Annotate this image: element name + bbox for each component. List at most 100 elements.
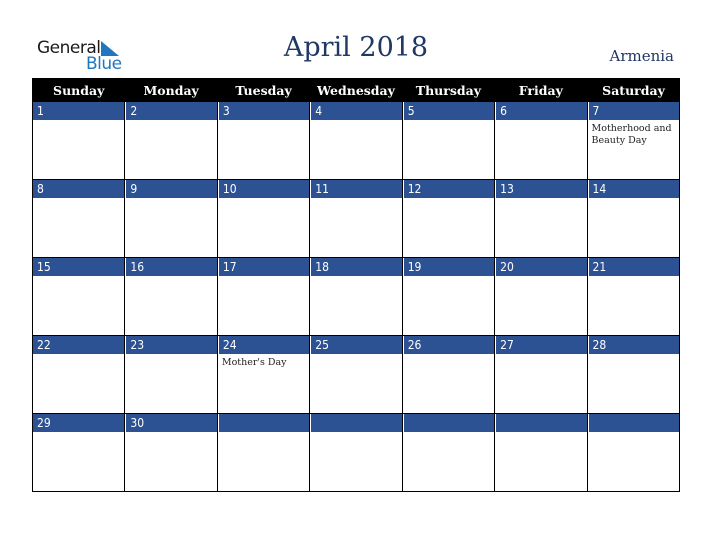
week-row: 29 30 [31, 413, 681, 492]
holiday-label [403, 198, 494, 201]
day-cell: 3 [216, 102, 311, 180]
weekday-header-row: Sunday Monday Tuesday Wednesday Thursday Frid… [31, 78, 680, 102]
day-number: 28 [587, 336, 679, 354]
day-number: 27 [495, 336, 587, 354]
day-number: 29 [33, 414, 125, 432]
day-number: 7 [587, 102, 679, 120]
day-cell: 14 [586, 179, 681, 258]
day-number: 15 [33, 258, 125, 276]
day-number [587, 414, 679, 432]
day-number [310, 414, 402, 432]
weekday-header-monday: Monday [124, 78, 218, 102]
day-cell: 17 [216, 257, 311, 336]
day-number [217, 414, 310, 432]
holiday-label [403, 276, 494, 279]
holiday-label [33, 432, 124, 435]
day-cell: 24 Mother's Day [216, 335, 311, 414]
day-number: 14 [587, 180, 679, 198]
day-cell: 25 [309, 335, 403, 414]
day-number: 17 [217, 258, 310, 276]
holiday-label [310, 198, 401, 201]
day-cell: 22 [31, 335, 126, 414]
weekday-header-sunday: Sunday [31, 78, 125, 102]
holiday-label [218, 432, 309, 435]
day-cell: 9 [124, 179, 218, 258]
weekday-header-thursday: Thursday [401, 78, 495, 102]
holiday-label [125, 120, 216, 123]
day-cell: 7 Motherhood and Beauty Day [586, 102, 681, 180]
day-number: 10 [217, 180, 310, 198]
day-cell: 2 [124, 102, 218, 180]
day-cell [586, 413, 681, 492]
holiday-label [495, 354, 586, 357]
holiday-label [495, 198, 586, 201]
day-cell [309, 413, 403, 492]
holiday-label [588, 354, 679, 357]
day-cell: 21 [586, 257, 681, 336]
day-cell [401, 413, 496, 492]
holiday-label [403, 354, 494, 357]
day-number: 18 [310, 258, 402, 276]
day-number: 22 [33, 336, 125, 354]
holiday-label [125, 276, 216, 279]
day-number: 12 [402, 180, 495, 198]
day-number: 1 [33, 102, 125, 120]
holiday-label [218, 120, 309, 123]
holiday-label: Mother's Day [221, 357, 287, 368]
day-number: 30 [125, 414, 217, 432]
day-number: 9 [125, 180, 217, 198]
day-cell: 11 [309, 179, 403, 258]
day-cell: 29 [31, 413, 126, 492]
day-cell [494, 413, 588, 492]
day-number: 4 [310, 102, 402, 120]
day-cell: 18 [309, 257, 403, 336]
day-cell: 26 [401, 335, 496, 414]
day-number: 25 [310, 336, 402, 354]
weekday-header-wednesday: Wednesday [309, 78, 403, 102]
day-cell: 13 [494, 179, 588, 258]
day-number [495, 414, 587, 432]
holiday-label [403, 432, 494, 435]
day-number: 6 [495, 102, 587, 120]
holiday-label [33, 276, 124, 279]
day-number: 26 [402, 336, 495, 354]
day-number [402, 414, 495, 432]
holiday-label [33, 198, 124, 201]
holiday-label [218, 198, 309, 201]
day-cell: 10 [216, 179, 311, 258]
day-cell: 28 [586, 335, 681, 414]
day-cell: 27 [494, 335, 588, 414]
holiday-label [310, 276, 401, 279]
day-number: 24 [217, 336, 310, 354]
holiday-label [588, 198, 679, 201]
holiday-label [588, 432, 679, 435]
day-cell: 12 [401, 179, 496, 258]
holiday-label [495, 120, 586, 123]
holiday-label [33, 354, 124, 357]
week-row: 1 2 3 4 5 6 7 Motherhood and Beauty Day [31, 102, 681, 180]
day-cell: 15 [31, 257, 126, 336]
week-row: 8 9 10 11 12 13 14 [31, 179, 681, 258]
day-number: 8 [33, 180, 125, 198]
holiday-label [125, 354, 216, 357]
holiday-label [403, 120, 494, 123]
weekday-header-tuesday: Tuesday [216, 78, 310, 102]
day-number: 23 [125, 336, 217, 354]
weekday-header-saturday: Saturday [586, 78, 680, 102]
calendar-title: April 2018 [283, 32, 429, 63]
day-cell: 4 [309, 102, 403, 180]
holiday-label: Motherhood and Beauty Day [591, 123, 672, 146]
day-cell: 20 [494, 257, 588, 336]
day-cell: 1 [31, 102, 126, 180]
holiday-label [310, 432, 401, 435]
holiday-label [310, 120, 401, 123]
holiday-label [125, 198, 216, 201]
day-cell: 30 [124, 413, 218, 492]
holiday-label [218, 276, 309, 279]
day-number: 16 [125, 258, 217, 276]
day-number: 20 [495, 258, 587, 276]
holiday-label [495, 432, 586, 435]
day-number: 11 [310, 180, 402, 198]
day-number: 13 [495, 180, 587, 198]
calendar-grid: Sunday Monday Tuesday Wednesday Thursday Frid… [31, 78, 681, 492]
